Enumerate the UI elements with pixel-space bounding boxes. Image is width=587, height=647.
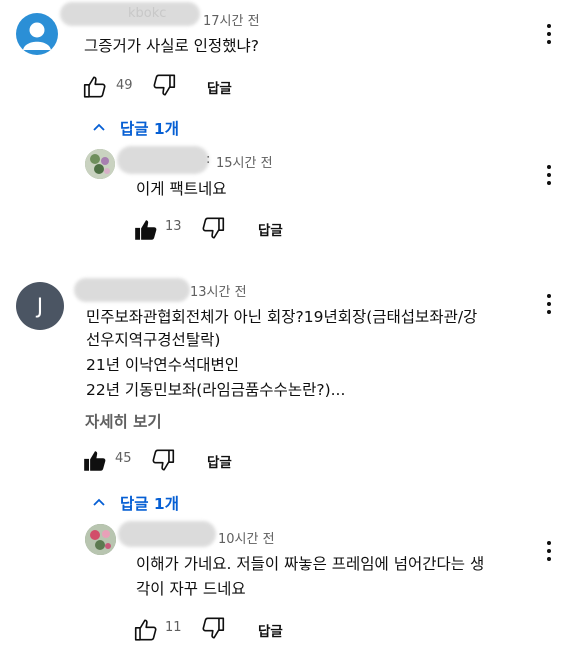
flower-photo-icon (85, 149, 115, 179)
author-name-redacted[interactable] (74, 278, 190, 302)
avatar[interactable] (85, 149, 115, 179)
read-more-link[interactable]: 자세히 보기 (85, 410, 162, 432)
author-name-redacted[interactable] (118, 521, 216, 547)
like-count: 13 (165, 219, 182, 234)
reply-button[interactable]: 답글 (258, 219, 283, 239)
thumbs-up-outline-icon (134, 619, 157, 641)
reply-timestamp[interactable]: 10시간 전 (218, 528, 275, 547)
comment-text: 그증거가 사실로 인정했냐? (84, 37, 259, 55)
author-visible-fragment: kbokc (128, 6, 167, 21)
like-count: 11 (165, 620, 182, 635)
thumbs-down-outline-icon (202, 217, 225, 239)
chevron-up-icon (93, 498, 105, 506)
dislike-button[interactable] (200, 615, 226, 641)
dislike-button[interactable] (200, 215, 226, 241)
replies-toggle[interactable]: 답글 1개 (90, 116, 200, 140)
reply-button[interactable]: 답글 (258, 620, 283, 640)
avatar[interactable]: J (16, 282, 64, 330)
like-button[interactable] (82, 448, 108, 474)
reply-button[interactable]: 답글 (207, 451, 232, 471)
thumbs-up-filled-icon (84, 451, 106, 471)
comment-text-line: 민주보좌관협회전체가 아닌 회장?19년회장(금태섭보좌관/강 (86, 308, 478, 326)
more-options-button[interactable] (539, 290, 559, 318)
reply-timestamp[interactable]: 15시간 전 (216, 152, 273, 171)
avatar[interactable] (85, 524, 116, 555)
more-options-button[interactable] (539, 537, 559, 565)
like-count: 49 (116, 78, 133, 93)
like-button[interactable] (133, 617, 159, 643)
thumbs-up-outline-icon (83, 76, 106, 98)
comment-text-line: 21년 이낙연수석대변인 (86, 356, 239, 374)
comment-text-line: 22년 기동민보좌(라임금품수수논란?)... (86, 381, 346, 399)
like-button[interactable] (133, 217, 159, 243)
reply-text-line: 이해가 가네요. 저들이 짜놓은 프레임에 넘어간다는 생 (136, 555, 485, 573)
replies-toggle[interactable]: 답글 1개 (90, 491, 200, 515)
reply-text-line: 각이 자꾸 드네요 (136, 580, 246, 598)
like-button[interactable] (82, 74, 108, 100)
dislike-button[interactable] (150, 447, 176, 473)
chevron-up-icon (93, 123, 105, 131)
like-count: 45 (115, 451, 132, 466)
flower-photo-icon (85, 524, 116, 555)
more-options-button[interactable] (539, 20, 559, 48)
comment-text-line: 선우지역구경선탈락) (86, 331, 221, 349)
avatar[interactable] (16, 13, 58, 55)
reply-button[interactable]: 답글 (207, 77, 232, 97)
thumbs-down-outline-icon (152, 449, 175, 471)
thumbs-up-filled-icon (135, 220, 157, 240)
comment-timestamp[interactable]: 17시간 전 (203, 10, 260, 29)
dislike-button[interactable] (151, 72, 177, 98)
author-visible-fragment: : (206, 152, 211, 167)
replies-toggle-label: 답글 1개 (120, 495, 179, 513)
author-name-redacted[interactable] (117, 146, 209, 174)
thumbs-down-outline-icon (202, 617, 225, 639)
thumbs-down-outline-icon (153, 74, 176, 96)
more-options-button[interactable] (539, 161, 559, 189)
replies-toggle-label: 답글 1개 (120, 120, 179, 138)
default-user-icon (23, 22, 51, 50)
avatar-letter: J (36, 294, 44, 318)
reply-text: 이게 팩트네요 (136, 180, 227, 198)
comment-timestamp[interactable]: 13시간 전 (190, 281, 247, 300)
